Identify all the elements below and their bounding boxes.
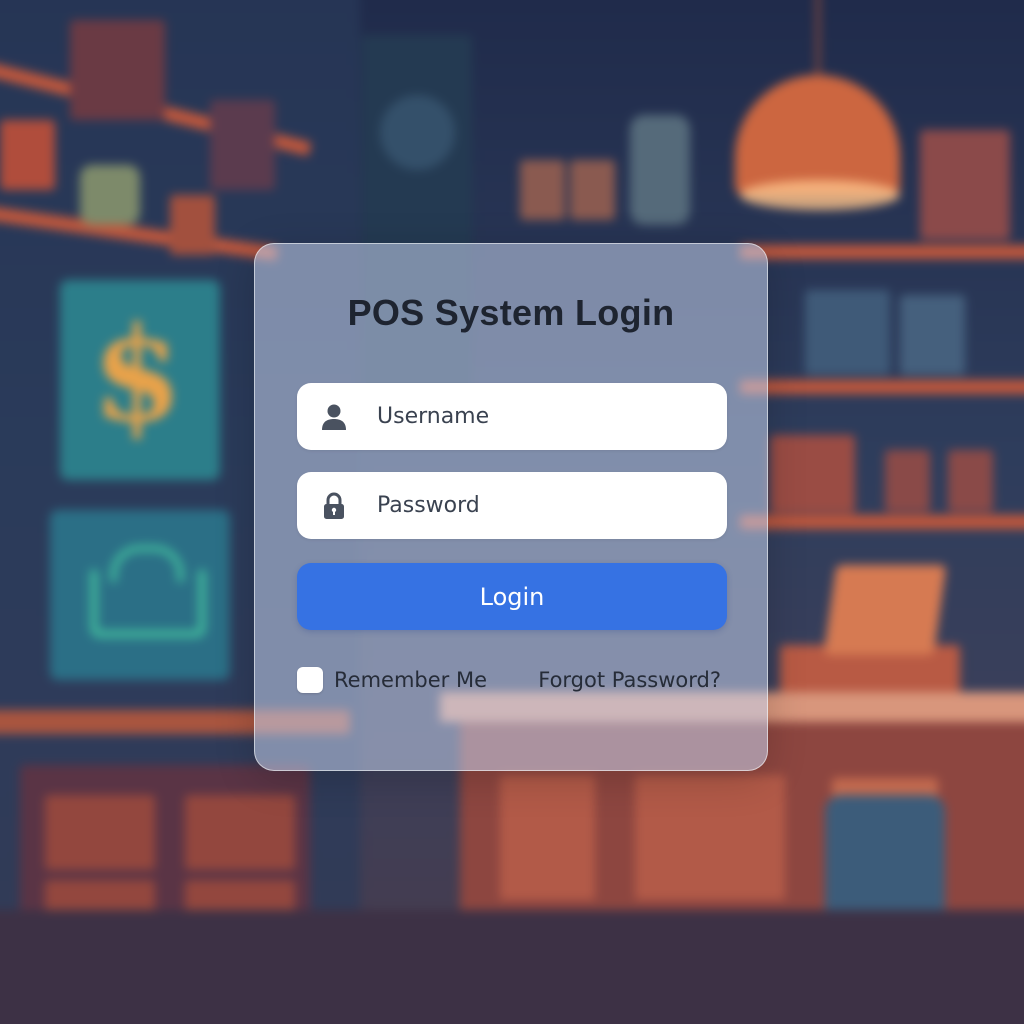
lock-icon [324,492,344,519]
username-input[interactable] [377,383,707,450]
forgot-password-link[interactable]: Forgot Password? [538,666,721,694]
remember-me-checkbox[interactable] [297,667,323,693]
remember-me-label: Remember Me [334,668,487,692]
remember-me[interactable]: Remember Me [297,666,487,694]
login-card: POS System Login Login Remember Me Forgo… [254,243,768,771]
user-icon [322,404,346,430]
password-field[interactable] [297,472,727,539]
username-field[interactable] [297,383,727,450]
password-input[interactable] [377,472,707,539]
login-title: POS System Login [347,292,675,333]
login-button[interactable]: Login [297,563,727,630]
